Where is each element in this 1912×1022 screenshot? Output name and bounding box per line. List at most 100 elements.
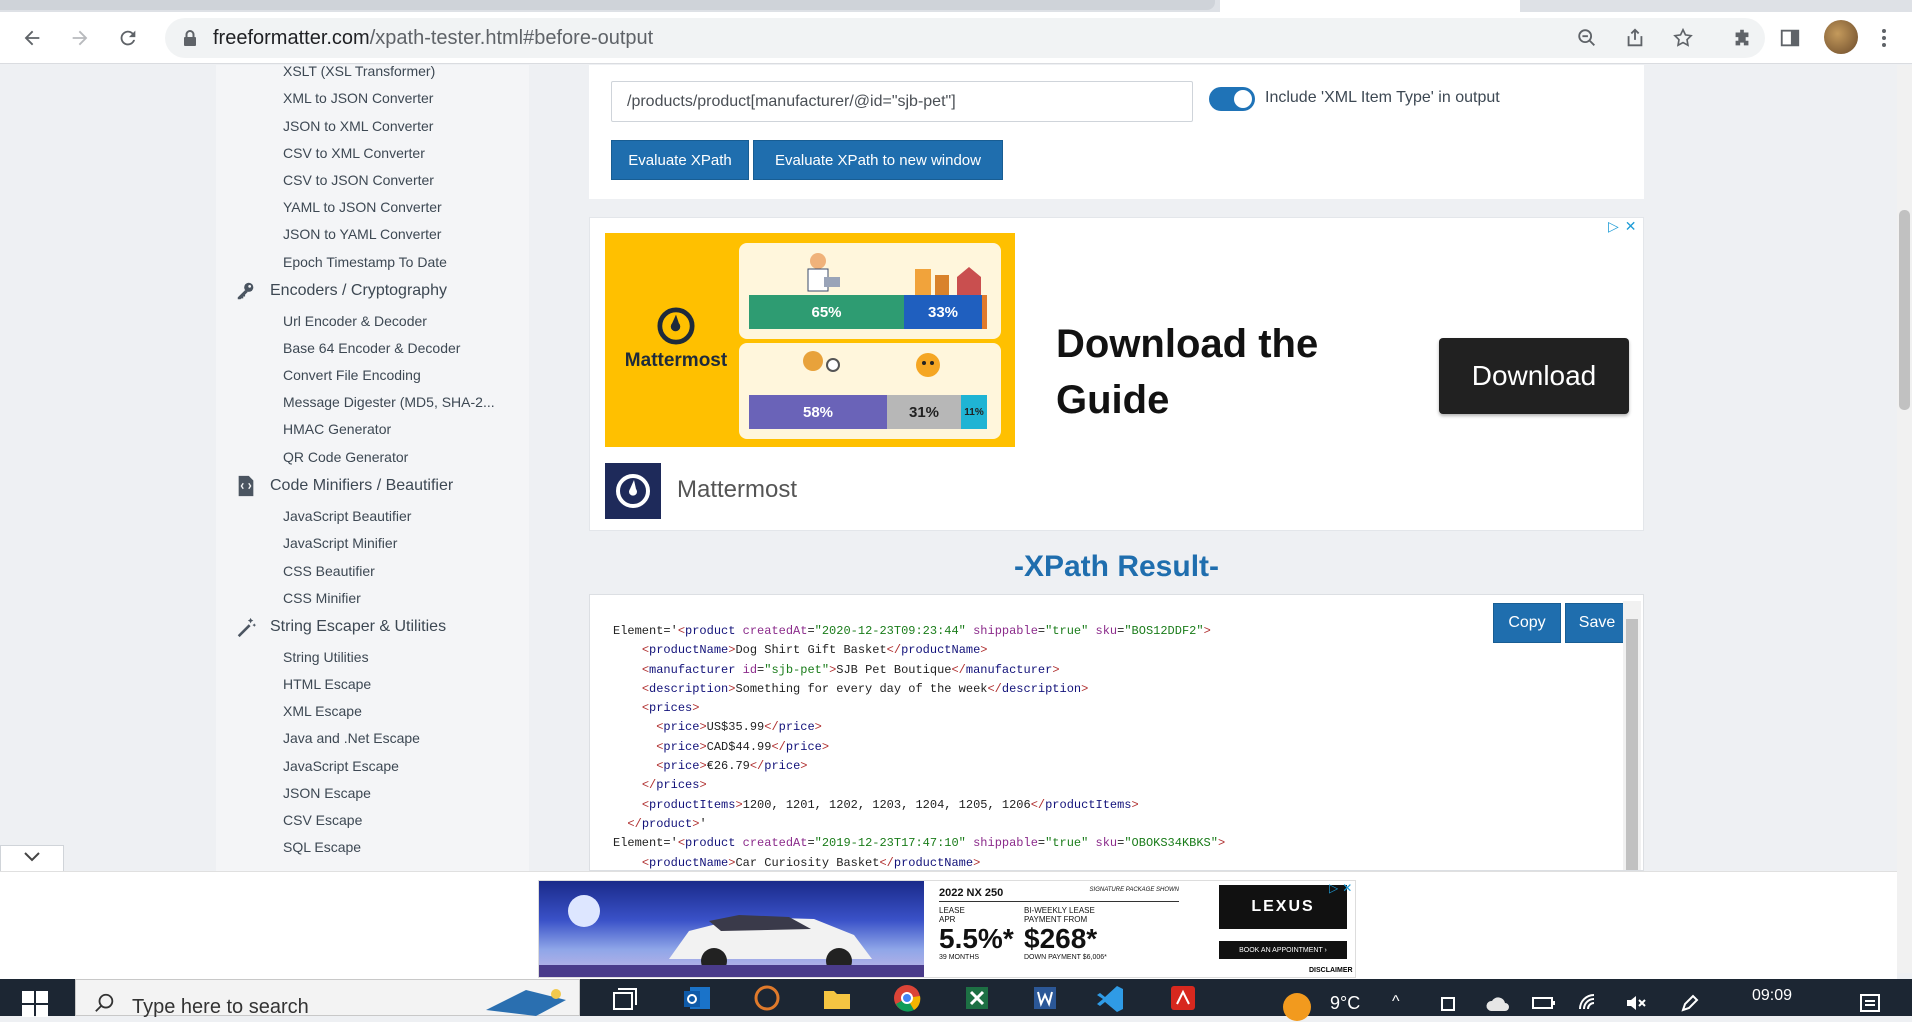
menu-icon[interactable] [1870, 24, 1898, 52]
sidebar-item-url-encoder[interactable]: Url Encoder & Decoder [283, 313, 427, 329]
result-scrollbar[interactable] [1623, 601, 1641, 870]
task-view-icon[interactable] [610, 983, 640, 1013]
ad-close-icon[interactable]: ✕ [1625, 218, 1637, 235]
xpath-expression-input[interactable]: /products/product[manufacturer/@id="sjb-… [611, 81, 1193, 122]
app-orange-icon[interactable] [752, 983, 782, 1013]
back-icon[interactable] [18, 24, 46, 52]
sidebar-item-xml-escape[interactable]: XML Escape [283, 703, 362, 719]
sidebar-item-json-to-yaml[interactable]: JSON to YAML Converter [283, 226, 441, 242]
collapse-toggle[interactable] [0, 845, 64, 871]
sidebar-item-css-beautifier[interactable]: CSS Beautifier [283, 563, 375, 579]
sidebar-item-xml-to-json[interactable]: XML to JSON Converter [283, 90, 433, 106]
sidebar-item-qr-code[interactable]: QR Code Generator [283, 449, 408, 465]
ad-bar-11: 11% [961, 395, 987, 429]
sidebar-item-epoch[interactable]: Epoch Timestamp To Date [283, 254, 447, 270]
page-scrollbar-thumb[interactable] [1899, 210, 1910, 410]
extensions-icon[interactable] [1728, 24, 1756, 52]
page-scrollbar[interactable] [1897, 65, 1912, 973]
sidebar-item-sql-escape[interactable]: SQL Escape [283, 839, 361, 855]
ad-bar-rest-top [982, 295, 987, 329]
include-item-type-toggle[interactable] [1209, 87, 1255, 111]
copy-button[interactable]: Copy [1493, 603, 1561, 643]
result-code-line: <price>US$35.99</price> [656, 720, 822, 735]
acrobat-icon[interactable] [1168, 983, 1198, 1013]
browser-tab[interactable] [0, 0, 1215, 10]
result-scrollbar-thumb[interactable] [1626, 619, 1638, 870]
volume-muted-icon[interactable] [1625, 994, 1647, 1017]
sidebar-category-label: Encoders / Cryptography [270, 282, 447, 299]
pen-icon[interactable] [1680, 993, 1700, 1018]
sidebar-category-minifiers[interactable]: Code Minifiers / Beautifier [234, 474, 453, 498]
sidebar-item-json-to-xml[interactable]: JSON to XML Converter [283, 118, 433, 134]
sidebar-item-xslt[interactable]: XSLT (XSL Transformer) [283, 65, 435, 79]
mattermost-logo-icon[interactable] [605, 463, 661, 519]
vscode-icon[interactable] [1095, 983, 1125, 1013]
outlook-icon[interactable] [682, 983, 712, 1013]
sidebar-item-file-encoding[interactable]: Convert File Encoding [283, 367, 421, 383]
sidebar-item-js-escape[interactable]: JavaScript Escape [283, 758, 399, 774]
ad-advertiser-name[interactable]: Mattermost [677, 476, 797, 504]
bookmark-star-icon[interactable] [1669, 24, 1697, 52]
ad-lexus[interactable]: 2022 NX 250 SIGNATURE PACKAGE SHOWN LEAS… [538, 880, 1356, 978]
sidebar-category-encoders[interactable]: Encoders / Cryptography [234, 279, 447, 303]
sidebar-item-csv-to-json[interactable]: CSV to JSON Converter [283, 172, 434, 188]
ad-close-icon[interactable]: ✕ [1342, 881, 1352, 895]
word-icon[interactable] [1030, 983, 1060, 1013]
meet-now-icon[interactable] [1440, 995, 1460, 1018]
ad-choices-lexus[interactable]: ▷ ✕ [1329, 881, 1352, 895]
sidebar-item-json-escape[interactable]: JSON Escape [283, 785, 371, 801]
lexus-disclaimer[interactable]: DISCLAIMER [1309, 967, 1353, 974]
onedrive-icon[interactable] [1485, 995, 1511, 1018]
lexus-offer[interactable]: 2022 NX 250 SIGNATURE PACKAGE SHOWN LEAS… [939, 887, 1179, 961]
sidebar-item-html-escape[interactable]: HTML Escape [283, 676, 371, 692]
wifi-icon[interactable] [1578, 993, 1600, 1018]
ad-mattermost[interactable]: ▷ ✕ Mattermost 65% 33% 58% 31% 11% Downl… [589, 217, 1644, 531]
sidebar-category-escaper[interactable]: String Escaper & Utilities [234, 615, 446, 639]
save-button[interactable]: Save [1565, 603, 1629, 643]
sidebar-item-string-utilities[interactable]: String Utilities [283, 649, 369, 665]
address-bar[interactable]: freeformatter.com/xpath-tester.html#befo… [165, 18, 1765, 58]
sidebar-item-hmac[interactable]: HMAC Generator [283, 421, 391, 437]
sidebar-item-csv-escape[interactable]: CSV Escape [283, 812, 362, 828]
ad-download-button[interactable]: Download [1439, 338, 1629, 414]
forward-icon[interactable] [66, 24, 94, 52]
ad-play-icon[interactable]: ▷ [1608, 218, 1619, 235]
lexus-payment: $268* [1024, 923, 1098, 954]
chevron-up-icon[interactable]: ^ [1392, 993, 1400, 1011]
reload-icon[interactable] [114, 24, 142, 52]
lexus-logo[interactable]: LEXUS [1219, 885, 1347, 929]
sidebar-item-js-beautifier[interactable]: JavaScript Beautifier [283, 508, 411, 524]
battery-icon[interactable] [1532, 995, 1556, 1016]
share-icon[interactable] [1621, 24, 1649, 52]
zoom-icon[interactable] [1573, 24, 1601, 52]
lock-icon[interactable] [183, 29, 197, 52]
profile-avatar[interactable] [1824, 20, 1858, 54]
sidebar-item-java-net-escape[interactable]: Java and .Net Escape [283, 730, 420, 746]
ad-headline[interactable]: Download the Guide [1056, 316, 1386, 428]
sidebar-item-css-minifier[interactable]: CSS Minifier [283, 590, 361, 606]
xpath-result-output[interactable]: Element='<product createdAt="2020-12-23T… [589, 594, 1644, 871]
side-panel-icon[interactable] [1776, 24, 1804, 52]
ad-banner-image[interactable]: Mattermost 65% 33% 58% 31% 11% [605, 233, 1015, 447]
lexus-car-image[interactable] [539, 881, 924, 977]
taskbar-clock[interactable]: 09:09 [1752, 987, 1792, 1005]
lexus-book-appointment[interactable]: BOOK AN APPOINTMENT › [1219, 941, 1347, 959]
sidebar-item-csv-to-xml[interactable]: CSV to XML Converter [283, 145, 425, 161]
sidebar-item-js-minifier[interactable]: JavaScript Minifier [283, 535, 397, 551]
taskbar-temperature[interactable]: 9°C [1330, 993, 1360, 1014]
browser-tab-active[interactable] [1220, 0, 1520, 12]
person-search-icon [803, 351, 840, 372]
excel-icon[interactable] [962, 983, 992, 1013]
file-explorer-icon[interactable] [822, 983, 852, 1013]
sidebar-item-base64[interactable]: Base 64 Encoder & Decoder [283, 340, 460, 356]
taskbar-search[interactable]: Type here to search [75, 979, 580, 1018]
ad-choices[interactable]: ▷ ✕ [1608, 218, 1637, 235]
sidebar-item-yaml-to-json[interactable]: YAML to JSON Converter [283, 199, 442, 215]
chrome-icon[interactable] [892, 983, 922, 1013]
ad-play-icon[interactable]: ▷ [1329, 881, 1338, 895]
weather-sun-icon[interactable] [1283, 993, 1311, 1021]
evaluate-xpath-button[interactable]: Evaluate XPath [611, 140, 749, 180]
evaluate-xpath-new-window-button[interactable]: Evaluate XPath to new window [753, 140, 1003, 180]
sidebar-item-message-digester[interactable]: Message Digester (MD5, SHA-2... [283, 394, 495, 410]
windows-start-icon[interactable] [22, 991, 48, 1022]
